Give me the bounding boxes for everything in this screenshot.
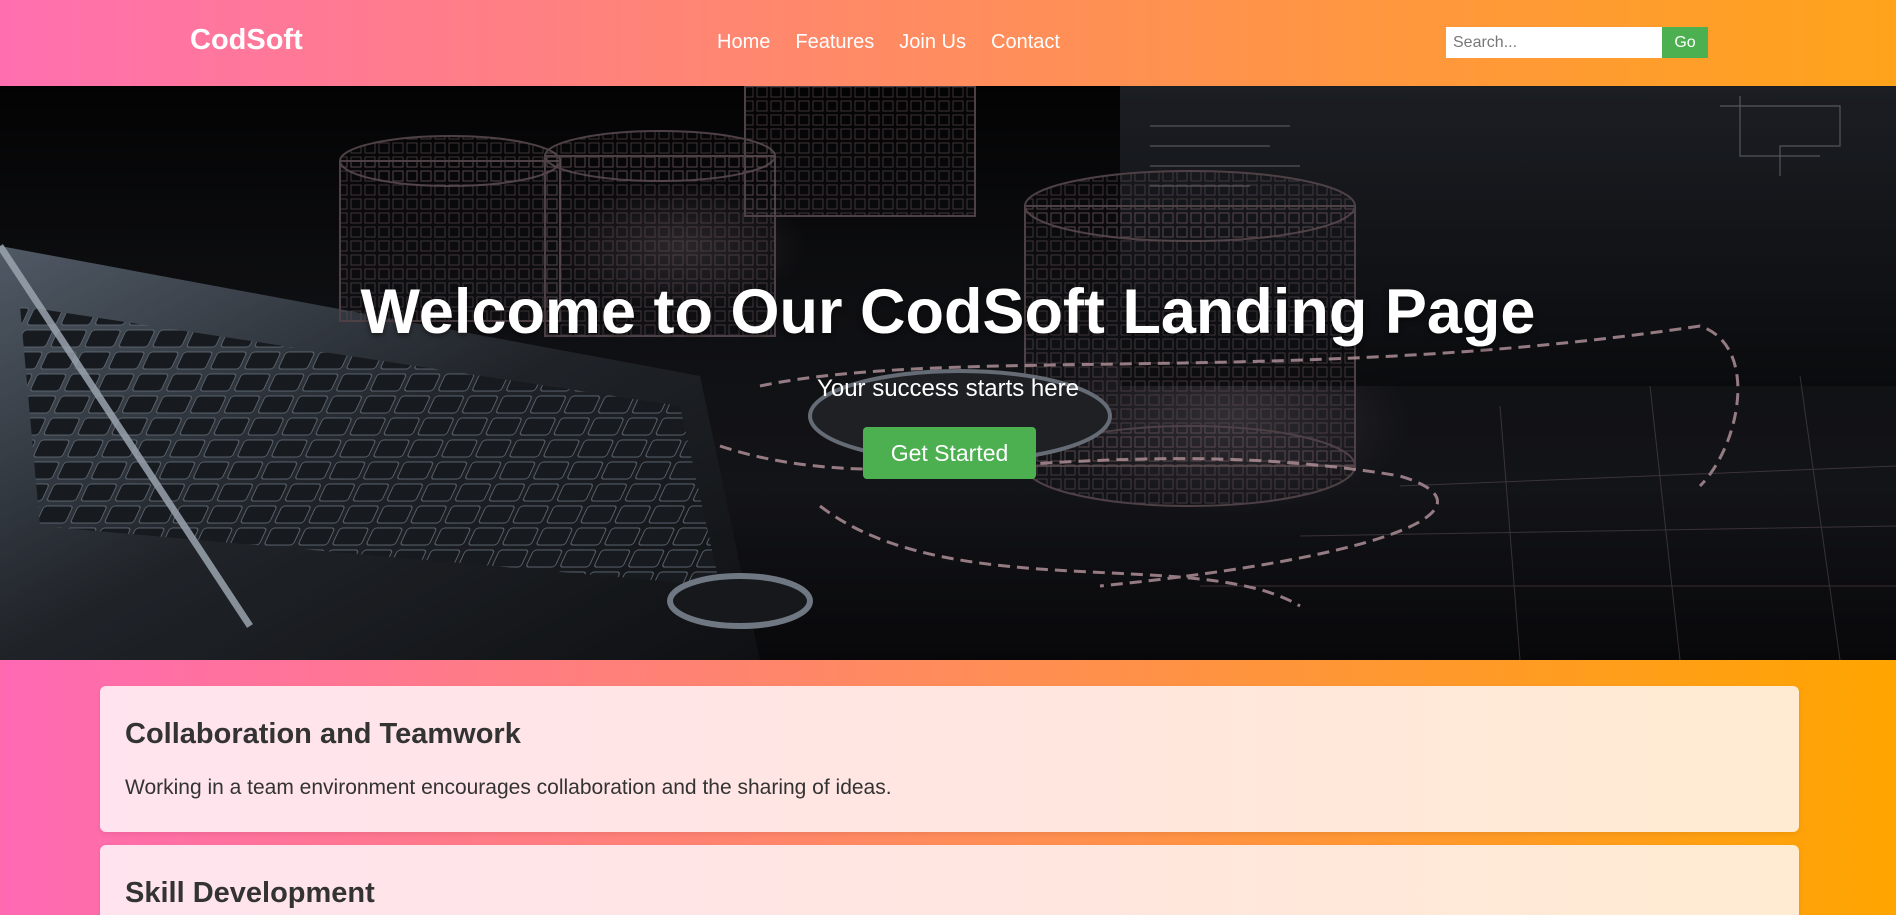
feature-card: Skill Development [100,845,1799,915]
search-go-button[interactable]: Go [1662,27,1708,58]
brand-logo[interactable]: CodSoft [190,24,303,57]
feature-card-text: Working in a team environment encourages… [125,776,892,799]
search-input[interactable] [1446,27,1662,58]
main-nav: Home Features Join Us Contact [717,31,1060,54]
get-started-button[interactable]: Get Started [863,427,1036,479]
search-bar: Go [1446,27,1708,58]
hero-subtitle: Your success starts here [817,375,1079,402]
nav-link-home[interactable]: Home [717,31,770,54]
nav-link-contact[interactable]: Contact [991,31,1060,54]
feature-card-title: Collaboration and Teamwork [125,718,521,750]
nav-link-features[interactable]: Features [795,31,874,54]
nav-link-join-us[interactable]: Join Us [899,31,966,54]
hero-background-image [0,86,1896,660]
feature-card: Collaboration and Teamwork Working in a … [100,686,1799,832]
hero-section: Welcome to Our CodSoft Landing Page Your… [0,86,1896,660]
feature-card-title: Skill Development [125,877,375,909]
hero-title: Welcome to Our CodSoft Landing Page [360,277,1536,347]
site-header: CodSoft Home Features Join Us Contact Go [0,0,1896,86]
